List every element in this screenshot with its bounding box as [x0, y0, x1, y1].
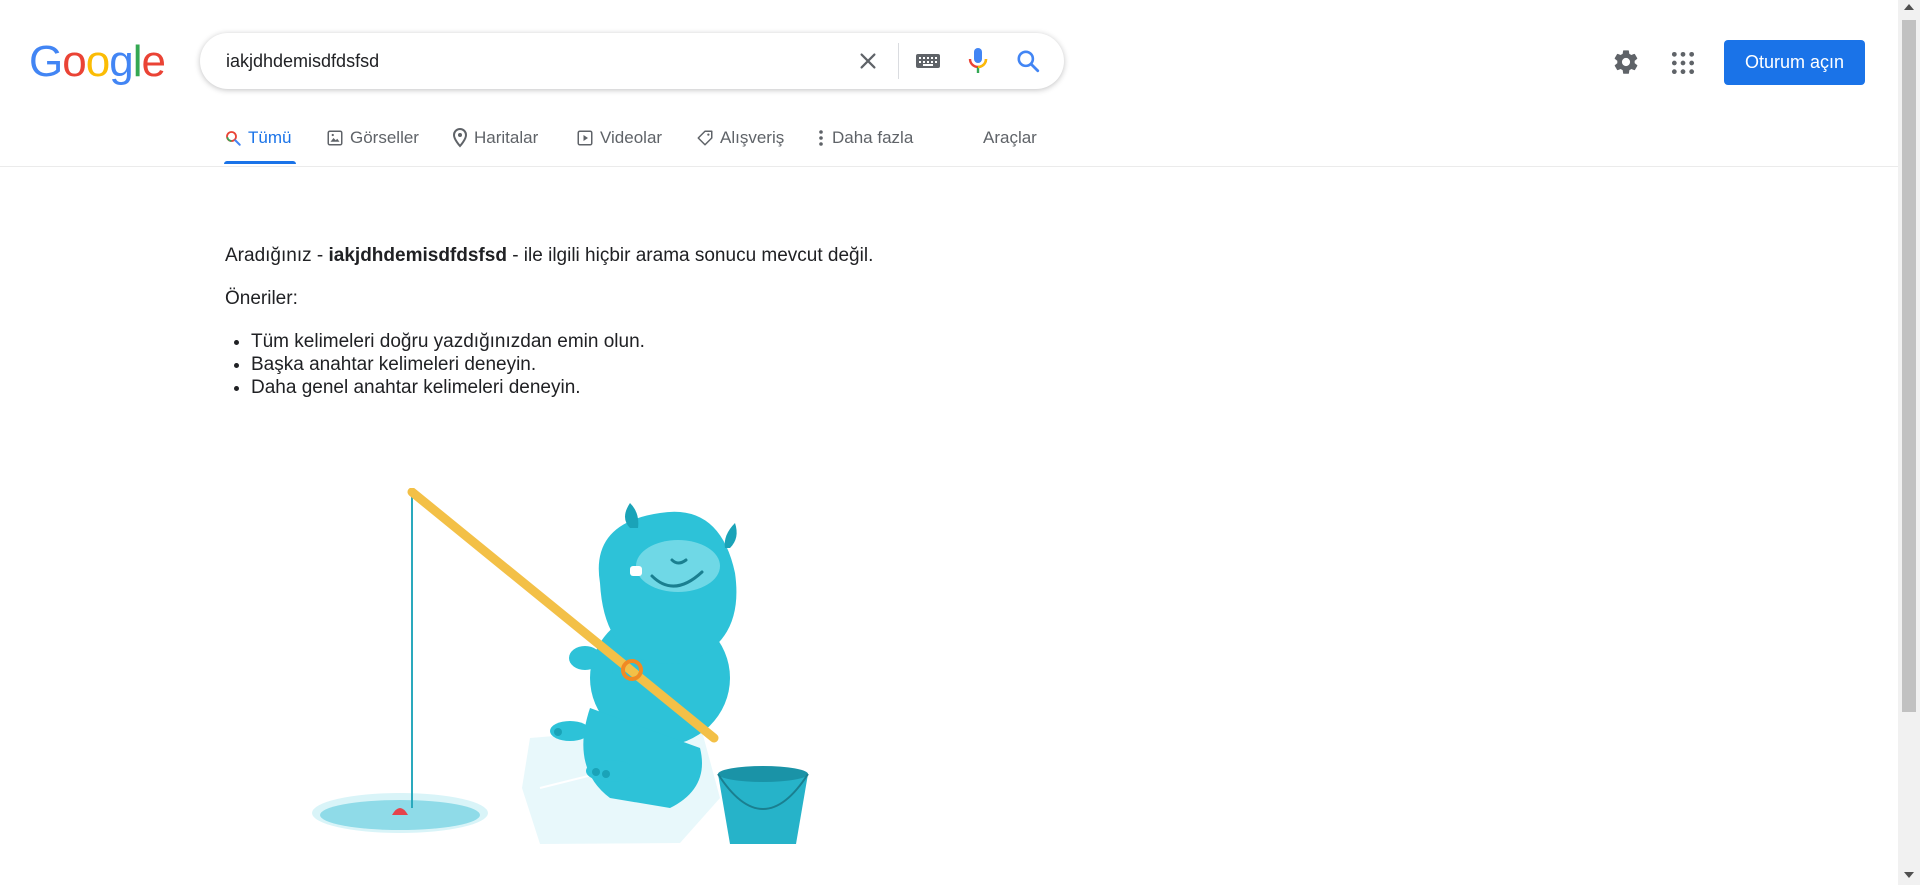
logo-letter: g: [109, 37, 134, 86]
suggestion-item: Başka anahtar kelimeleri deneyin.: [251, 353, 873, 376]
tab-label: Görseller: [350, 128, 419, 147]
fishing-yeti-illustration: [312, 488, 809, 844]
logo-letter: e: [141, 37, 166, 86]
tab-label: Alışveriş: [720, 128, 785, 147]
suggestion-item: Tüm kelimeleri doğru yazdığınızdan emin …: [251, 330, 873, 353]
tab-label: Daha fazla: [832, 128, 914, 147]
suggestion-item: Daha genel anahtar kelimeleri deneyin.: [251, 376, 873, 399]
vertical-scrollbar[interactable]: [1898, 0, 1920, 885]
search-divider: [898, 43, 899, 79]
tab-label: Videolar: [600, 128, 663, 147]
apps-grid-icon[interactable]: [1670, 50, 1696, 76]
no-results-message: Aradığınız - iakjdhdemisdfdsfsd - ile il…: [225, 244, 873, 267]
tab-label: Haritalar: [474, 128, 539, 147]
tab-more[interactable]: Daha fazla: [818, 128, 913, 148]
keyboard-icon[interactable]: [914, 47, 942, 75]
logo-letter: o: [85, 37, 111, 86]
scrollbar-thumb[interactable]: [1902, 20, 1916, 712]
tab-videos[interactable]: Videolar: [576, 128, 662, 148]
logo-letter: o: [62, 37, 87, 86]
search-icon: [226, 131, 241, 146]
signin-button[interactable]: Oturum açın: [1724, 40, 1865, 85]
tag-icon: [697, 130, 713, 146]
search-input[interactable]: iakjdhdemisdfdsfsd: [226, 51, 379, 72]
message-query: iakjdhdemisdfdsfsd: [328, 245, 507, 266]
tab-shopping[interactable]: Alışveriş: [696, 128, 784, 148]
map-pin-icon: [452, 128, 468, 148]
tab-label: Tümü: [248, 128, 292, 147]
search-box[interactable]: iakjdhdemisdfdsfsd: [200, 33, 1064, 89]
scroll-down-arrow-icon[interactable]: [1904, 872, 1914, 878]
gear-icon[interactable]: [1612, 48, 1640, 76]
image-icon: [327, 130, 343, 146]
close-icon[interactable]: [854, 47, 882, 75]
tab-tools[interactable]: Araçlar: [983, 128, 1037, 148]
suggestions-title: Öneriler:: [225, 288, 298, 309]
microphone-icon[interactable]: [964, 47, 992, 75]
top-header: Google iakjdhdemisdfdsfsd Oturum açın Tü…: [0, 0, 1898, 167]
no-results-section: Aradığınız - iakjdhdemisdfdsfsd - ile il…: [225, 244, 873, 399]
suggestions-list: Tüm kelimeleri doğru yazdığınızdan emin …: [225, 330, 873, 399]
tab-all[interactable]: Tümü: [224, 128, 291, 148]
scroll-up-arrow-icon[interactable]: [1904, 4, 1914, 10]
active-tab-indicator: [224, 161, 296, 164]
play-icon: [577, 130, 593, 146]
message-suffix: - ile ilgili hiçbir arama sonucu mevcut …: [506, 245, 874, 266]
tab-label: Araçlar: [983, 128, 1037, 147]
search-icon[interactable]: [1014, 47, 1042, 75]
google-logo[interactable]: Google: [29, 37, 166, 86]
logo-letter: l: [132, 37, 143, 86]
tab-maps[interactable]: Haritalar: [452, 128, 538, 148]
tab-images[interactable]: Görseller: [326, 128, 419, 148]
logo-letter: G: [29, 37, 63, 86]
more-vert-icon: [819, 130, 823, 146]
message-prefix: Aradığınız -: [225, 245, 329, 266]
